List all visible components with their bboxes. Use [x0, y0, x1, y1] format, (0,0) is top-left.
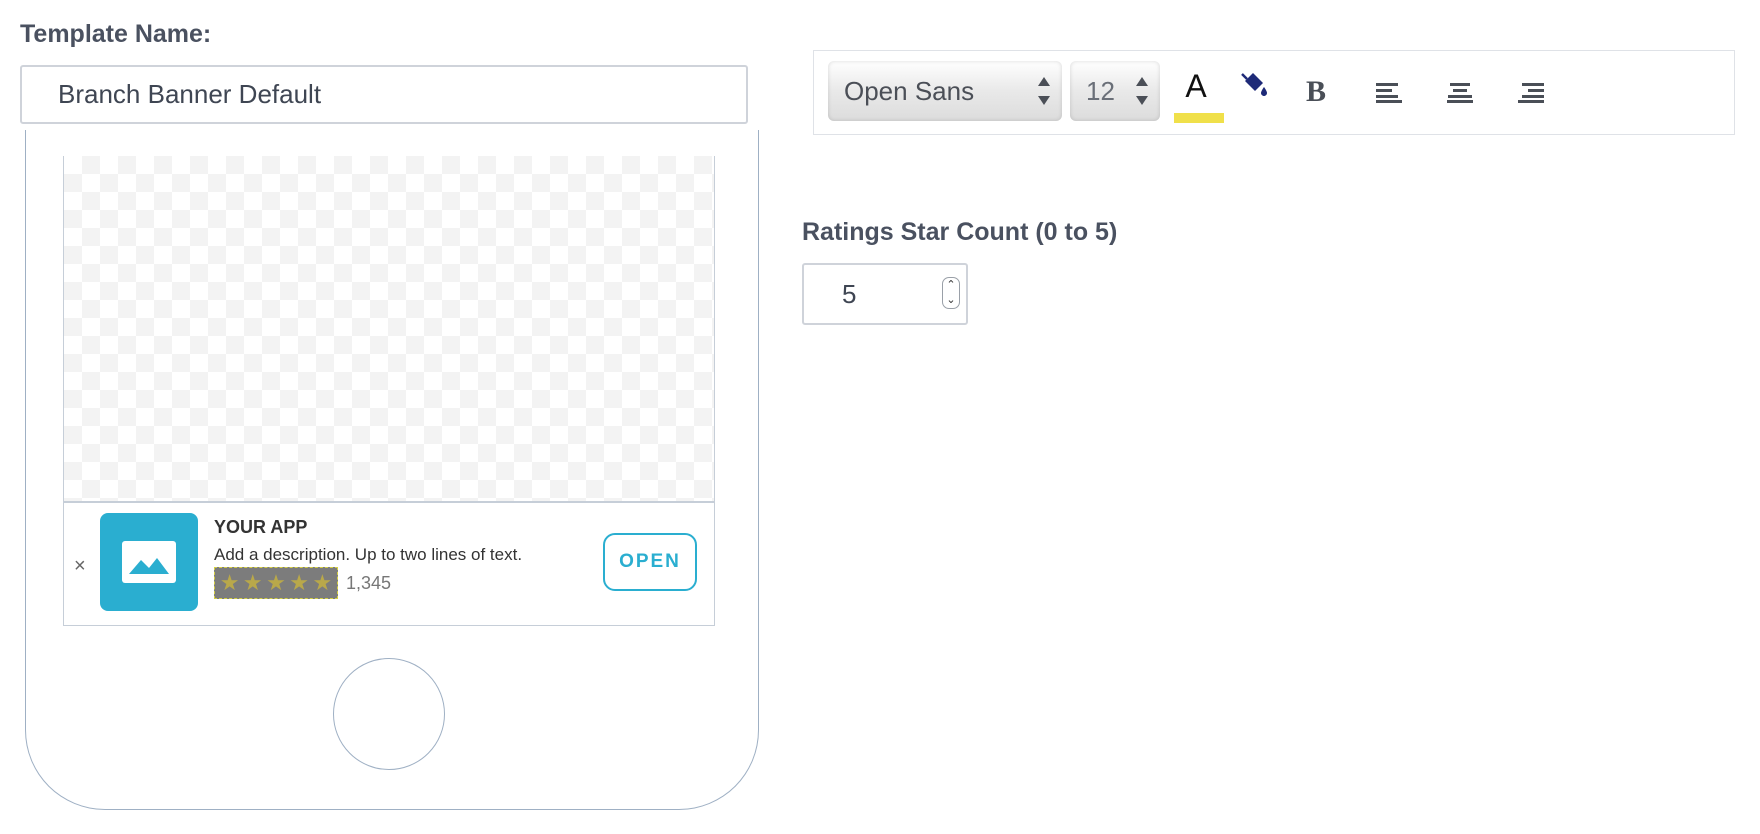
align-left-icon [1376, 83, 1402, 103]
app-icon [100, 513, 198, 611]
chevron-up-icon[interactable]: ⌃ [946, 280, 955, 291]
transparent-background [64, 156, 714, 501]
font-size-value: 12 [1086, 75, 1115, 106]
ratings-star-count-label: Ratings Star Count (0 to 5) [802, 218, 1118, 246]
ratings-star-count-input[interactable]: 5 ⌃ ⌄ [802, 263, 968, 325]
align-center-button[interactable] [1432, 57, 1488, 127]
align-right-icon [1518, 83, 1544, 103]
star-icon: ★ [242, 570, 263, 595]
font-family-value: Open Sans [844, 75, 975, 106]
text-format-toolbar: Open Sans 12 A B [813, 50, 1735, 135]
open-button[interactable]: OPEN [603, 533, 697, 591]
text-color-swatch [1174, 113, 1224, 123]
text-color-button[interactable]: A [1168, 57, 1224, 127]
phone-screen: × YOUR APP Add a description. Up to two … [63, 156, 715, 626]
app-description: Add a description. Up to two lines of te… [214, 545, 523, 564]
star-icon: ★ [266, 570, 286, 595]
chevron-down-icon[interactable]: ⌄ [946, 295, 955, 306]
image-placeholder-icon [122, 541, 176, 583]
rating-stars[interactable]: ★ ★ ★ ★ ★ [214, 567, 338, 599]
star-icon: ★ [289, 570, 310, 595]
home-button [333, 658, 445, 770]
align-right-button[interactable] [1504, 57, 1560, 127]
font-family-select[interactable]: Open Sans [828, 61, 1062, 121]
close-icon[interactable]: × [74, 555, 86, 578]
select-arrows-icon [1136, 77, 1148, 105]
rating-count: 1,345 [346, 573, 392, 593]
bold-button[interactable]: B [1288, 57, 1344, 127]
bold-icon: B [1305, 75, 1326, 108]
number-spinner[interactable]: ⌃ ⌄ [942, 277, 960, 309]
paint-bucket-icon [1241, 73, 1267, 96]
template-name-input[interactable] [20, 65, 748, 124]
text-color-icon: A [1185, 67, 1207, 104]
ratings-star-count-value: 5 [842, 278, 857, 309]
template-name-label: Template Name: [20, 20, 212, 48]
align-center-icon [1447, 83, 1473, 103]
select-arrows-icon [1038, 77, 1050, 105]
phone-preview: × YOUR APP Add a description. Up to two … [25, 130, 759, 810]
star-icon: ★ [219, 570, 240, 595]
font-size-select[interactable]: 12 [1070, 61, 1160, 121]
star-icon: ★ [312, 570, 333, 595]
align-left-button[interactable] [1360, 57, 1416, 127]
smart-banner: × YOUR APP Add a description. Up to two … [64, 501, 714, 625]
app-name: YOUR APP [214, 517, 308, 537]
fill-color-button[interactable] [1226, 57, 1282, 127]
